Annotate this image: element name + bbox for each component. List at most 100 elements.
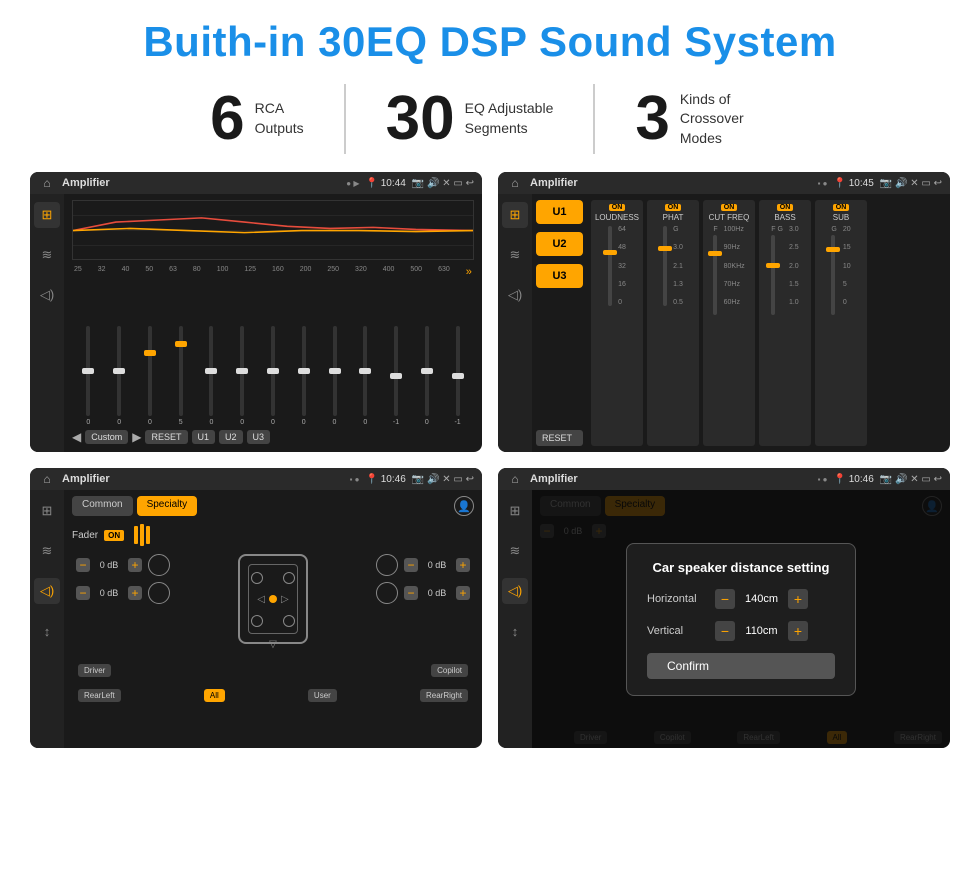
u1-btn-1[interactable]: U1 <box>192 430 216 444</box>
speaker-pos-fr <box>283 572 295 584</box>
wave-icon-3[interactable]: ≋ <box>34 538 60 564</box>
wave-icon-4[interactable]: ≋ <box>502 538 528 564</box>
home-icon-2[interactable]: ⌂ <box>506 174 524 192</box>
driver-btn[interactable]: Driver <box>78 664 111 677</box>
fader-bar-2 <box>140 524 144 546</box>
more-arrow[interactable]: » <box>466 266 472 278</box>
rearleft-btn[interactable]: RearLeft <box>78 689 121 702</box>
screen3-body: ⊞ ≋ ◁) ↕ Common Specialty 👤 <box>30 490 482 748</box>
wave-icon-2[interactable]: ≋ <box>502 242 528 268</box>
topbar-dots-3: ▪ ● <box>350 475 360 484</box>
vol-minus-rl[interactable]: − <box>76 586 90 600</box>
phat-title: PHAT <box>663 213 684 222</box>
distance-dialog: Car speaker distance setting Horizontal … <box>626 543 856 696</box>
specialty-tab[interactable]: Specialty <box>137 496 198 516</box>
phat-on: ON <box>665 204 682 211</box>
screen4-main: Common Specialty 👤 − 0 dB + <box>532 490 950 748</box>
preset-custom-btn[interactable]: Custom <box>85 430 128 444</box>
arrows-icon-3[interactable]: ↕ <box>34 618 60 644</box>
u3-btn-1[interactable]: U3 <box>247 430 271 444</box>
wave-icon[interactable]: ≋ <box>34 242 60 268</box>
eq-icon[interactable]: ⊞ <box>34 202 60 228</box>
user-btn[interactable]: User <box>308 689 337 702</box>
next-arrow[interactable]: ▶ <box>132 430 141 444</box>
stat-number-30: 30 <box>386 88 455 150</box>
topbar-time-1: 📍 10:44 <box>366 178 406 189</box>
copilot-btn[interactable]: Copilot <box>431 664 468 677</box>
stat-eq: 30 EQ AdjustableSegments <box>346 88 594 150</box>
vol-minus-rr[interactable]: − <box>404 586 418 600</box>
vol-plus-rr[interactable]: + <box>456 586 470 600</box>
screen1-body: ⊞ ≋ ◁) <box>30 194 482 452</box>
speaker-circle-fl <box>148 554 170 576</box>
rearright-btn[interactable]: RearRight <box>420 689 468 702</box>
u2-btn-1[interactable]: U2 <box>219 430 243 444</box>
vol-control-rr: − 0 dB + <box>376 582 470 604</box>
side-icons-1: ⊞ ≋ ◁) <box>30 194 64 452</box>
topbar-icons-3: 📷 🔊 ✕ ▭ ↩ <box>412 474 474 485</box>
vertical-plus[interactable]: + <box>788 621 808 641</box>
topbar-icons-2a: ▪ ● <box>818 179 828 188</box>
horizontal-minus[interactable]: − <box>715 589 735 609</box>
speaker-icon-4[interactable]: ◁) <box>502 578 528 604</box>
confirm-button[interactable]: Confirm <box>647 653 835 679</box>
vol-plus-rl[interactable]: + <box>128 586 142 600</box>
eq-icon-4[interactable]: ⊞ <box>502 498 528 524</box>
vol-value-fl: 0 dB <box>93 560 125 570</box>
stat-rca: 6 RCAOutputs <box>170 88 344 150</box>
eq-icon-2[interactable]: ⊞ <box>502 202 528 228</box>
phat-col: ON PHAT G 3.0 2.1 1.3 <box>647 200 699 446</box>
screen4-body: ⊞ ≋ ◁) ↕ Common Specialty 👤 <box>498 490 950 748</box>
eq-slider-7: 0 <box>289 326 318 426</box>
topbar-dots-4: ▪ ● <box>818 475 828 484</box>
u2-unit-btn[interactable]: U2 <box>536 232 583 256</box>
screen-crossover: ⌂ Amplifier ▪ ● 📍 10:45 📷 🔊 ✕ ▭ ↩ ⊞ ≋ ◁)… <box>498 172 950 452</box>
vol-value-fr: 0 dB <box>421 560 453 570</box>
reset-btn-1[interactable]: RESET <box>145 430 187 444</box>
vol-minus-fr[interactable]: − <box>404 558 418 572</box>
reset-btn-2[interactable]: RESET <box>536 430 583 446</box>
stat-crossover: 3 Kinds ofCrossover Modes <box>595 88 809 150</box>
units-panel: U1 U2 U3 RESET <box>532 194 587 452</box>
horizontal-row: Horizontal − 140cm + <box>647 589 835 609</box>
topbar-icons-4: 📷 🔊 ✕ ▭ ↩ <box>880 474 942 485</box>
eq-slider-3: 5 <box>166 326 195 426</box>
horizontal-plus[interactable]: + <box>788 589 808 609</box>
bass-col: ON BASS F G 3.0 <box>759 200 811 446</box>
topbar-title-1: Amplifier <box>62 177 340 189</box>
vol-minus-fl[interactable]: − <box>76 558 90 572</box>
arrows-icon-4[interactable]: ↕ <box>502 618 528 644</box>
vertical-minus[interactable]: − <box>715 621 735 641</box>
topbar-title-3: Amplifier <box>62 473 344 485</box>
bass-on: ON <box>777 204 794 211</box>
speaker-icon-3[interactable]: ◁) <box>34 578 60 604</box>
topbar-icons-1: 📷 🔊 ✕ ▭ ↩ <box>412 178 474 189</box>
u3-unit-btn[interactable]: U3 <box>536 264 583 288</box>
vol-plus-fr[interactable]: + <box>456 558 470 572</box>
sub-col: ON SUB G 20 <box>815 200 867 446</box>
home-icon-3[interactable]: ⌂ <box>38 470 56 488</box>
eq-icon-3[interactable]: ⊞ <box>34 498 60 524</box>
cutfreq-title: CUT FREQ <box>709 213 750 222</box>
loudness-col: ON LOUDNESS 64 48 32 16 <box>591 200 643 446</box>
home-icon-4[interactable]: ⌂ <box>506 470 524 488</box>
fader-on-badge: ON <box>104 530 124 541</box>
crossover-main: ON LOUDNESS 64 48 32 16 <box>587 194 950 452</box>
vol-value-rr: 0 dB <box>421 588 453 598</box>
eq-freq-labels: 25 32 40 50 63 80 100 125 160 200 250 32… <box>72 266 474 278</box>
all-btn[interactable]: All <box>204 689 225 702</box>
home-icon[interactable]: ⌂ <box>38 174 56 192</box>
common-tab[interactable]: Common <box>72 496 133 516</box>
vol-control-fl: − 0 dB + <box>76 554 170 576</box>
speaker-icon[interactable]: ◁) <box>34 282 60 308</box>
u1-unit-btn[interactable]: U1 <box>536 200 583 224</box>
topbar-title-2: Amplifier <box>530 177 812 189</box>
vol-plus-fl[interactable]: + <box>128 558 142 572</box>
speaker-circle-rl <box>148 582 170 604</box>
stat-number-6: 6 <box>210 88 244 150</box>
prev-arrow[interactable]: ◀ <box>72 430 81 444</box>
page-container: Buith-in 30EQ DSP Sound System 6 RCAOutp… <box>0 0 980 881</box>
cutfreq-col: ON CUT FREQ F 100Hz <box>703 200 755 446</box>
speaker-icon-2[interactable]: ◁) <box>502 282 528 308</box>
car-diagram: ◁ ▷ <box>238 554 308 644</box>
